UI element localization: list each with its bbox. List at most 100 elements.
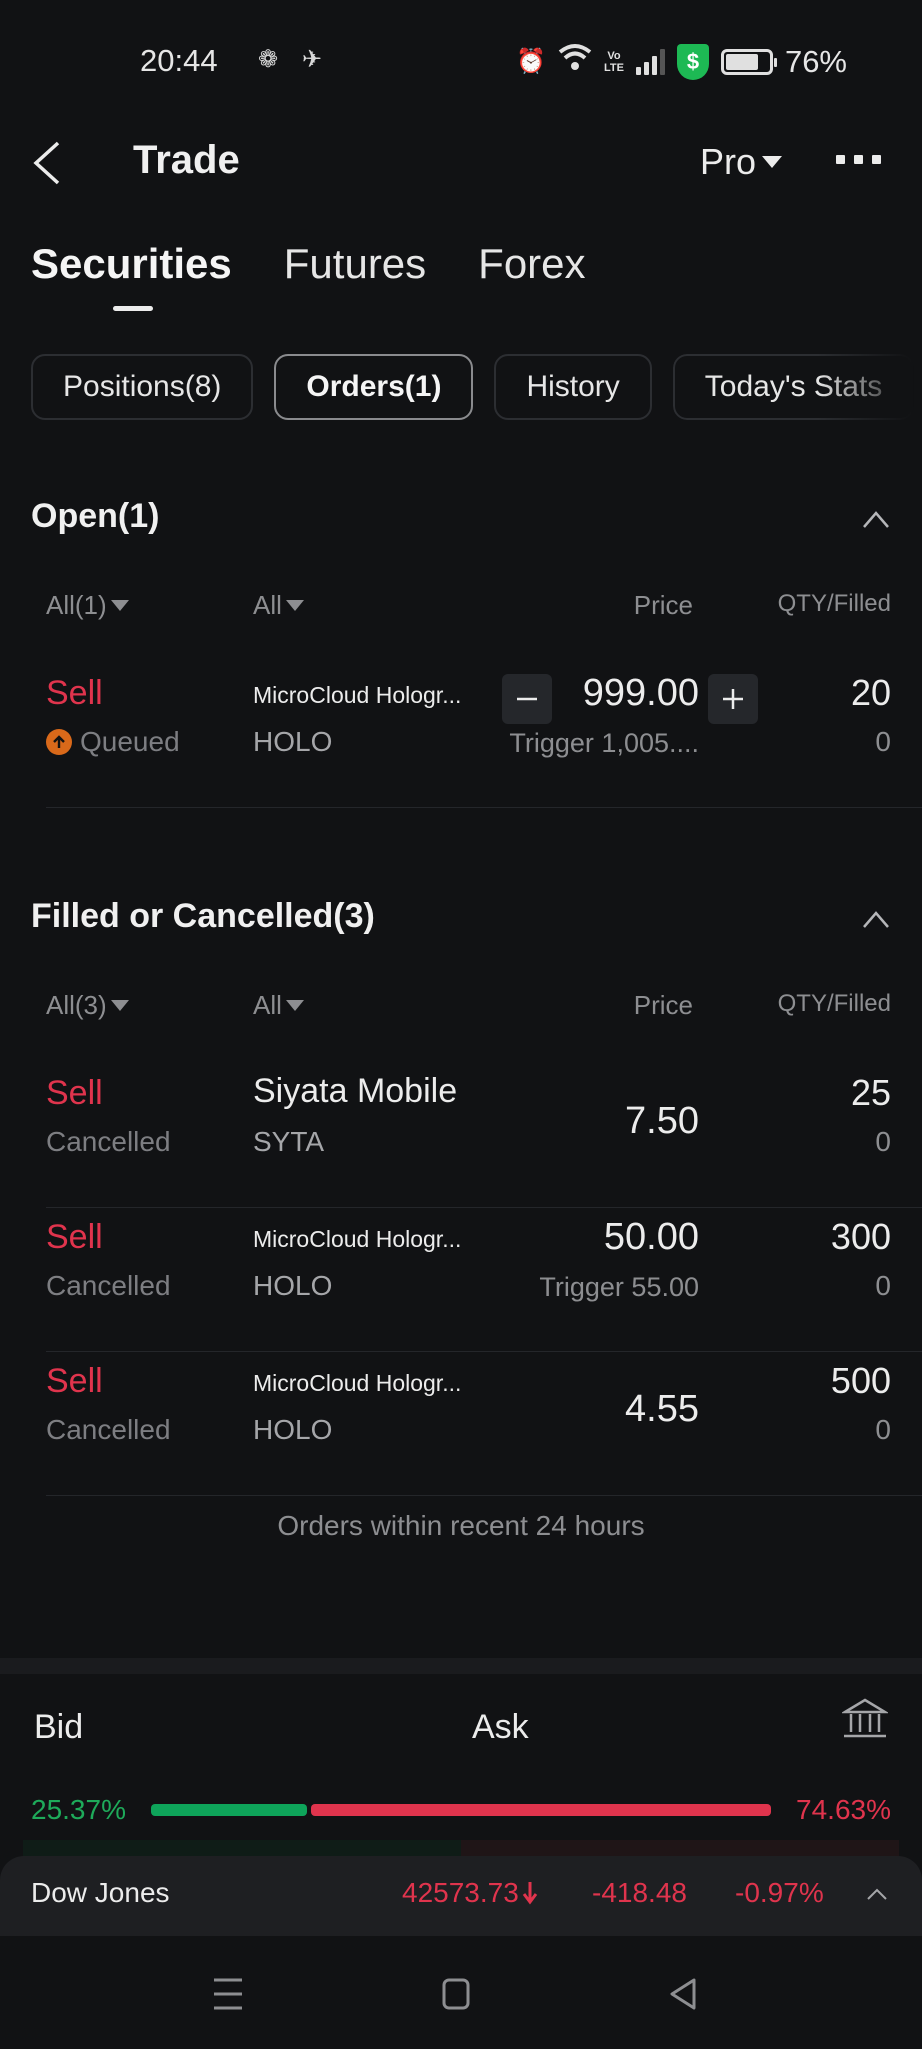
order-status: Queued	[46, 726, 180, 758]
chevron-up-icon	[863, 511, 889, 528]
tab-futures[interactable]: Futures	[284, 240, 426, 288]
mode-label: Pro	[700, 141, 757, 182]
closed-orders-header[interactable]: Filled or Cancelled(3)	[31, 897, 891, 947]
volte-bottom: LTE	[603, 62, 624, 74]
plus-icon	[723, 689, 743, 709]
ticker-symbol: HOLO	[253, 726, 333, 757]
open-orders-column-header: All(1) All Price QTY/Filled	[0, 590, 922, 630]
caret-down-icon	[762, 156, 783, 168]
order-status: Cancelled	[46, 1126, 171, 1157]
type-filter-label: All	[253, 990, 282, 1020]
dot-icon	[854, 155, 863, 164]
home-button[interactable]	[436, 1974, 476, 2014]
order-side: Sell	[46, 1362, 103, 1400]
ask-percent: 74.63%	[796, 1794, 891, 1825]
tab-orders[interactable]: Orders(1)	[274, 354, 474, 420]
ticker-symbol: SYTA	[253, 1126, 325, 1157]
order-row[interactable]: Sell Cancelled MicroCloud Hologr... HOLO…	[0, 1208, 922, 1352]
index-ticker-bar[interactable]: Dow Jones 42573.73 -418.48 -0.97%	[0, 1856, 922, 1936]
order-status: Cancelled	[46, 1270, 171, 1301]
index-value-text: 42573.73	[402, 1877, 519, 1908]
price-increase-button[interactable]	[708, 674, 758, 724]
tab-todays-stats[interactable]: Today's Stats	[672, 354, 915, 420]
bid-ratio-fill	[151, 1804, 308, 1816]
order-qty: 300	[830, 1216, 891, 1257]
security-name: MicroCloud Hologr...	[253, 1370, 462, 1396]
chevron-left-icon	[33, 141, 60, 185]
app-notification-icon-2: ✈	[301, 46, 323, 73]
order-price: 50.00	[603, 1216, 699, 1258]
caret-down-icon	[110, 1000, 129, 1011]
row-divider	[46, 1495, 922, 1496]
index-name: Dow Jones	[31, 1877, 170, 1908]
index-change: -418.48	[592, 1877, 687, 1908]
back-nav-button[interactable]	[664, 1974, 704, 2014]
ticker-symbol: HOLO	[253, 1414, 333, 1445]
orders-footer-note: Orders within recent 24 hours	[277, 1510, 645, 1541]
volte-icon: Vo LTE	[604, 50, 624, 74]
type-filter[interactable]: All	[253, 590, 304, 621]
type-filter-label: All	[253, 590, 282, 620]
order-row[interactable]: Sell Queued MicroCloud Hologr... HOLO 99…	[0, 664, 922, 808]
order-side: Sell	[46, 674, 103, 712]
system-icons: ⏰ Vo LTE $ 76%	[516, 42, 847, 82]
order-filled: 0	[875, 1126, 891, 1157]
tab-securities[interactable]: Securities	[31, 240, 232, 311]
order-row[interactable]: Sell Cancelled MicroCloud Hologr... HOLO…	[0, 1352, 922, 1496]
security-shield-icon: $	[676, 44, 709, 80]
qty-column-header: QTY/Filled	[777, 990, 891, 1017]
order-row[interactable]: Sell Cancelled Siyata Mobile SYTA 7.50 2…	[0, 1064, 922, 1208]
mode-dropdown[interactable]: Pro	[700, 141, 783, 183]
order-side: Sell	[46, 1074, 103, 1112]
tab-forex[interactable]: Forex	[478, 240, 585, 288]
price-decrease-button[interactable]	[502, 674, 552, 724]
tab-history[interactable]: History	[494, 354, 652, 420]
system-navigation-bar	[0, 1936, 922, 2049]
account-tabs: Positions(8) Orders(1) History Today's S…	[31, 354, 922, 420]
ask-label: Ask	[472, 1708, 529, 1746]
dot-icon	[836, 155, 845, 164]
minus-icon	[517, 697, 537, 701]
wifi-icon	[558, 42, 592, 82]
open-orders-header[interactable]: Open(1)	[31, 497, 891, 547]
recent-apps-button[interactable]	[208, 1974, 248, 2014]
alarm-icon: ⏰	[516, 48, 546, 75]
side-filter[interactable]: All(1)	[46, 590, 129, 621]
more-menu-button[interactable]	[836, 155, 881, 164]
side-filter[interactable]: All(3)	[46, 990, 129, 1021]
security-name: MicroCloud Hologr...	[253, 682, 462, 708]
battery-percent: 76%	[784, 44, 847, 79]
order-status-label: Queued	[80, 726, 180, 757]
row-divider	[46, 807, 922, 808]
app-header: Trade Pro	[0, 125, 922, 200]
tab-positions[interactable]: Positions(8)	[31, 354, 254, 420]
trigger-price: Trigger 55.00	[539, 1272, 699, 1302]
status-bar: 20:44 ❁ ✈ ⏰ Vo LTE $ 76%	[0, 0, 922, 125]
section-title: Open(1)	[31, 497, 160, 535]
security-name: Siyata Mobile	[253, 1072, 458, 1110]
chevron-up-icon[interactable]	[866, 1886, 888, 1902]
bid-ask-ratio-bar	[151, 1804, 771, 1816]
ticker-symbol: HOLO	[253, 1270, 333, 1301]
order-qty: 25	[850, 1072, 891, 1113]
order-price: 4.55	[625, 1388, 699, 1430]
section-title: Filled or Cancelled(3)	[31, 897, 375, 935]
queued-arrow-up-icon	[46, 729, 72, 755]
order-side: Sell	[46, 1218, 103, 1256]
collapse-button[interactable]	[861, 507, 891, 531]
type-filter[interactable]: All	[253, 990, 304, 1021]
caret-down-icon	[110, 600, 129, 611]
notification-icons: ❁ ✈	[253, 45, 327, 75]
side-filter-label: All(1)	[46, 590, 107, 620]
bank-icon[interactable]	[840, 1698, 890, 1740]
battery-fill	[725, 54, 758, 70]
order-price[interactable]: 999.00	[583, 672, 699, 715]
collapse-button[interactable]	[861, 907, 891, 931]
back-button[interactable]	[30, 141, 66, 185]
order-price: 7.50	[625, 1100, 699, 1142]
volte-top: Vo	[607, 50, 621, 62]
index-change-percent: -0.97%	[735, 1877, 824, 1908]
order-qty: 500	[830, 1360, 891, 1401]
dot-icon	[872, 155, 881, 164]
order-filled: 0	[875, 1414, 891, 1445]
